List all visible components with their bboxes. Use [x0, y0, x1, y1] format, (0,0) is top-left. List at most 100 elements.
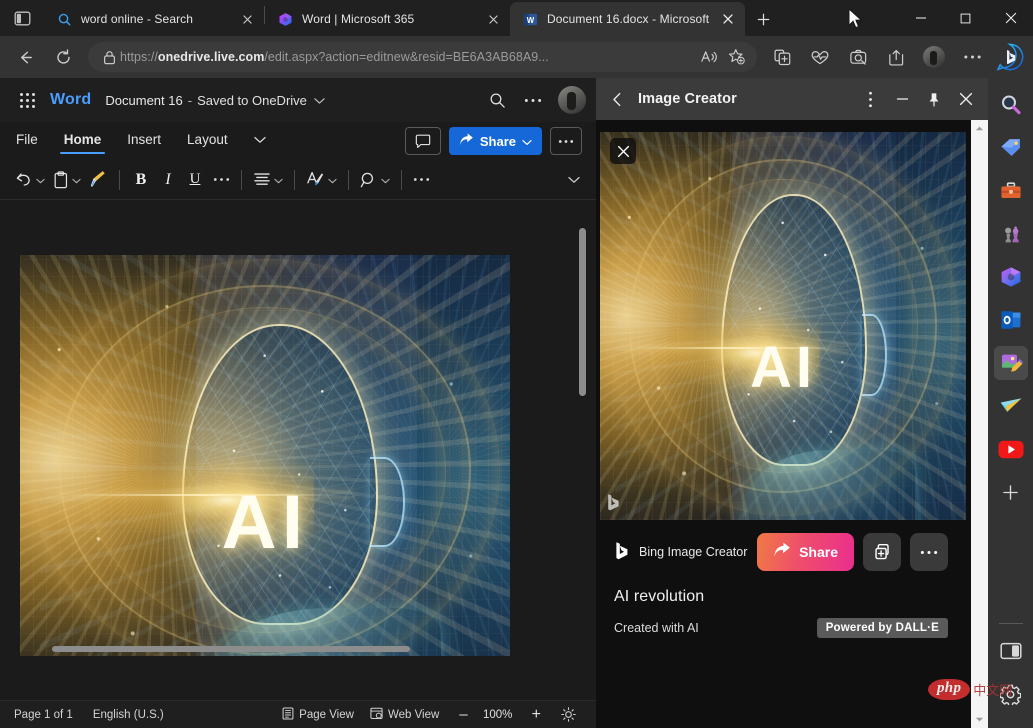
italic-button[interactable]: I [155, 165, 181, 195]
browser-tab-1[interactable]: word online - Search [44, 2, 264, 36]
scroll-up-arrow-icon[interactable] [971, 120, 988, 137]
scrollbar-thumb[interactable] [579, 228, 586, 396]
scrollbar-thumb[interactable] [52, 646, 410, 652]
page-view-button[interactable]: Page View [276, 705, 360, 725]
share-icon[interactable] [880, 42, 912, 72]
browser-tab-3-active[interactable]: W Document 16.docx - Microsoft W [510, 2, 745, 36]
display-settings-icon[interactable] [555, 705, 582, 724]
bold-button[interactable]: B [127, 165, 155, 195]
ribbon-overflow-chevron-down-icon[interactable] [252, 126, 268, 156]
minimize-button[interactable] [898, 2, 943, 34]
lock-icon [98, 50, 120, 65]
document-image-ai-revolution[interactable]: AI [20, 255, 510, 656]
bing-copilot-icon[interactable] [993, 40, 1027, 74]
sidebar-item-split-screen-icon[interactable] [994, 634, 1028, 668]
image-action-buttons: Share [757, 533, 948, 571]
text-styles-button[interactable] [302, 165, 341, 195]
pin-icon[interactable] [918, 84, 950, 114]
ribbon-tab-layout[interactable]: Layout [185, 126, 230, 156]
scroll-down-arrow-icon[interactable] [971, 711, 988, 728]
language-label[interactable]: English (U.S.) [93, 709, 164, 721]
ai-artwork: AI [20, 255, 510, 656]
find-button[interactable] [356, 165, 394, 195]
sidebar-item-youtube-icon[interactable] [994, 432, 1028, 466]
ribbon-tab-home[interactable]: Home [62, 126, 104, 156]
profile-avatar[interactable] [918, 42, 950, 72]
window-controls [898, 0, 1033, 36]
undo-button[interactable] [10, 165, 49, 195]
sidebar-item-settings-icon[interactable] [994, 677, 1028, 711]
settings-and-more-icon[interactable] [956, 42, 988, 72]
web-view-button[interactable]: Web View [364, 705, 445, 725]
editing-more-options-icon[interactable] [409, 165, 434, 195]
sidebar-item-paper-plane-icon[interactable] [994, 389, 1028, 423]
comments-button[interactable] [405, 127, 441, 155]
scrollbar-thumb[interactable] [973, 137, 986, 577]
sidebar-item-add-sidebar-app-icon[interactable] [994, 475, 1028, 509]
sidebar-item-outlook-icon[interactable] [994, 303, 1028, 337]
paragraph-align-button[interactable] [249, 165, 287, 195]
maximize-button[interactable] [943, 2, 988, 34]
chevron-down-icon[interactable] [72, 171, 81, 189]
ribbon-more-options-icon[interactable] [550, 127, 582, 155]
chevron-down-icon[interactable] [328, 171, 337, 189]
zoom-out-button[interactable]: – [449, 706, 477, 723]
add-favorite-icon[interactable] [723, 44, 751, 70]
chevron-down-icon[interactable] [274, 171, 283, 189]
more-options-icon[interactable] [854, 84, 886, 114]
chevron-left-icon[interactable] [602, 84, 632, 114]
tab-close-button[interactable] [236, 8, 258, 30]
ribbon-tab-insert[interactable]: Insert [125, 126, 163, 156]
page-count-label[interactable]: Page 1 of 1 [14, 709, 73, 721]
sidebar-item-games-icon[interactable] [994, 217, 1028, 251]
zoom-in-button[interactable]: + [522, 706, 551, 724]
paste-button[interactable] [49, 165, 85, 195]
collections-icon[interactable] [766, 42, 798, 72]
refresh-icon[interactable] [46, 42, 80, 72]
document-horizontal-scrollbar[interactable] [0, 642, 596, 656]
sidebar-item-image-creator-icon[interactable] [994, 346, 1028, 380]
chevron-down-icon[interactable] [381, 171, 390, 189]
close-icon[interactable] [950, 84, 982, 114]
search-icon[interactable] [480, 84, 514, 116]
chevron-down-icon[interactable] [314, 93, 325, 108]
document-canvas[interactable]: AI [0, 200, 596, 656]
zoom-level-label[interactable]: 100% [478, 709, 518, 721]
document-title[interactable]: Document 16 - Saved to OneDrive [105, 93, 325, 108]
sidebar-item-search-icon[interactable] [994, 88, 1028, 122]
new-tab-button[interactable] [745, 2, 781, 36]
sidebar-item-tools-briefcase-icon[interactable] [994, 174, 1028, 208]
minimize-icon[interactable] [886, 84, 918, 114]
panel-scrollbar[interactable] [971, 120, 988, 728]
format-painter-button[interactable] [85, 165, 112, 195]
url-input[interactable]: https://onedrive.live.com/edit.aspx?acti… [88, 42, 757, 72]
browser-essentials-icon[interactable] [804, 42, 836, 72]
browser-tab-2[interactable]: Word | Microsoft 365 [265, 2, 510, 36]
close-button[interactable] [988, 2, 1033, 34]
more-options-icon[interactable] [516, 84, 550, 116]
back-arrow-icon[interactable] [8, 42, 42, 72]
sidebar-item-microsoft365-icon[interactable] [994, 260, 1028, 294]
screenshot-icon[interactable] [842, 42, 874, 72]
share-image-button[interactable]: Share [757, 533, 854, 571]
close-image-button[interactable] [610, 138, 636, 164]
read-aloud-icon[interactable] [695, 44, 723, 70]
sidebar-item-shopping-tag-icon[interactable] [994, 131, 1028, 165]
word-brand-label[interactable]: Word [50, 91, 91, 109]
user-avatar[interactable] [558, 86, 586, 114]
share-button[interactable]: Share [449, 127, 542, 155]
font-more-options-icon[interactable] [209, 165, 234, 195]
app-launcher-icon[interactable] [10, 84, 44, 116]
chevron-down-icon[interactable] [36, 171, 45, 189]
underline-button[interactable]: U [181, 165, 209, 195]
ribbon-actions: Share [405, 127, 582, 155]
tab-actions-button[interactable] [0, 0, 44, 36]
generated-image[interactable]: AI [600, 132, 966, 520]
add-to-collection-icon[interactable] [863, 533, 901, 571]
tab-close-button[interactable] [717, 8, 739, 30]
ribbon-tab-file[interactable]: File [14, 126, 40, 156]
collapse-ribbon-chevron-down-icon[interactable] [562, 168, 586, 192]
image-more-options-icon[interactable] [910, 533, 948, 571]
tab-close-button[interactable] [482, 8, 504, 30]
document-vertical-scrollbar[interactable] [577, 206, 588, 650]
